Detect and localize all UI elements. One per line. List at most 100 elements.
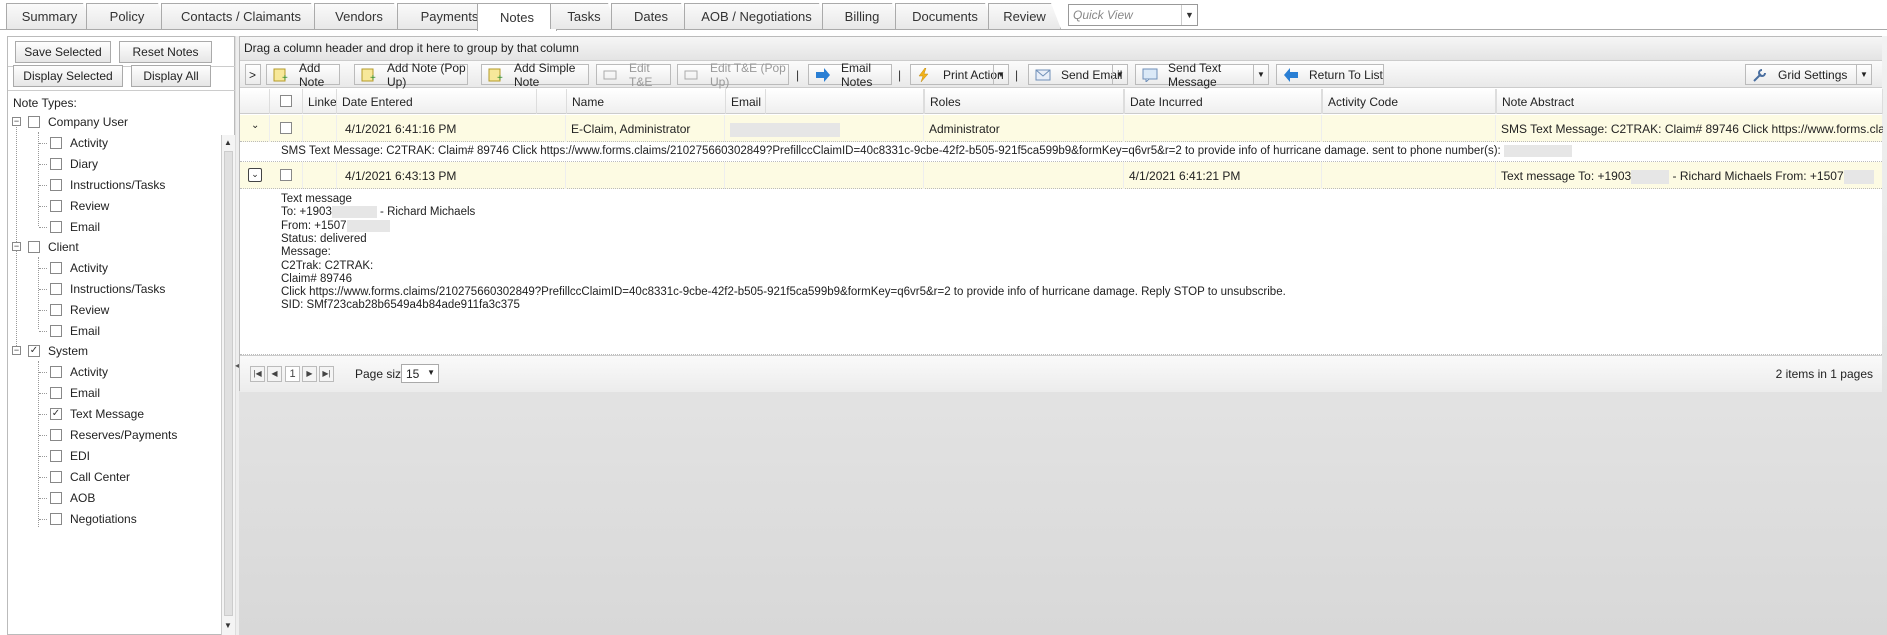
checkbox[interactable]: [50, 471, 62, 483]
tab-vendors[interactable]: Vendors: [314, 3, 404, 29]
send-text-message-button[interactable]: Send Text Message ▼: [1135, 61, 1269, 89]
chevron-down-icon[interactable]: ▼: [1112, 65, 1127, 84]
select-all-checkbox[interactable]: [280, 95, 292, 107]
send-email-button[interactable]: Send Email ▼: [1028, 64, 1128, 85]
tree-item-system-activity[interactable]: Activity: [50, 362, 108, 382]
row-checkbox[interactable]: [280, 169, 292, 181]
grid-settings-button[interactable]: Grid Settings ▼: [1745, 64, 1872, 85]
collapse-client-toggle[interactable]: −: [12, 242, 21, 251]
table-row[interactable]: ⌄ 4/1/2021 6:41:16 PM E-Claim, Administr…: [240, 115, 1883, 142]
tab-aob-negotiations[interactable]: AOB / Negotiations: [684, 3, 829, 29]
chevron-down-icon[interactable]: ⌄: [248, 168, 262, 182]
add-note-popup-button[interactable]: + Add Note (Pop Up): [354, 61, 468, 89]
scrollbar-thumb[interactable]: [224, 151, 233, 616]
system-checkbox[interactable]: ✓: [28, 345, 40, 357]
checkbox[interactable]: [50, 366, 62, 378]
tree-item-client-review[interactable]: Review: [50, 300, 109, 320]
checkbox[interactable]: [50, 513, 62, 525]
checkbox[interactable]: [50, 200, 62, 212]
prev-page-icon[interactable]: ◀: [267, 366, 282, 382]
collapse-company-user-toggle[interactable]: −: [12, 117, 21, 126]
tree-item-company-user-review[interactable]: Review: [50, 196, 109, 216]
save-selected-button[interactable]: Save Selected: [15, 41, 111, 63]
tree-item-company-user-activity[interactable]: Activity: [50, 133, 108, 153]
col-linked[interactable]: Linked: [303, 89, 337, 114]
email-notes-button[interactable]: Email Notes: [808, 61, 892, 89]
edit-te-popup-button[interactable]: Edit T&E (Pop Up): [677, 61, 789, 89]
tab-policy[interactable]: Policy: [86, 3, 168, 29]
client-checkbox[interactable]: [28, 241, 40, 253]
col-roles[interactable]: Roles: [924, 89, 1124, 114]
tree-item-company-user-diary[interactable]: Diary: [50, 154, 98, 174]
quick-view-select[interactable]: Quick View ▼: [1068, 4, 1198, 26]
tree-item-client-activity[interactable]: Activity: [50, 258, 108, 278]
tree-item-system-edi[interactable]: EDI: [50, 446, 90, 466]
tab-contacts-claimants[interactable]: Contacts / Claimants: [161, 3, 321, 29]
col-email[interactable]: Email: [725, 89, 924, 114]
collapse-system-toggle[interactable]: −: [12, 346, 21, 355]
checkbox[interactable]: [50, 179, 62, 191]
tree-item-system-aob[interactable]: AOB: [50, 488, 95, 508]
next-page-icon[interactable]: ▶: [302, 366, 317, 382]
col-activity-code[interactable]: Activity Code: [1322, 89, 1496, 114]
tree-group-system[interactable]: ✓ System: [28, 341, 88, 361]
tree-item-client-email[interactable]: Email: [50, 321, 100, 341]
tree-scrollbar[interactable]: ▲ ▼: [221, 135, 235, 635]
display-selected-button[interactable]: Display Selected: [13, 65, 123, 87]
tree-item-system-email[interactable]: Email: [50, 383, 100, 403]
tab-billing[interactable]: Billing: [822, 3, 902, 29]
checkbox[interactable]: ✓: [50, 408, 62, 420]
print-action-button[interactable]: Print Action ▼: [910, 64, 1009, 85]
col-date-entered[interactable]: Date Entered: [337, 89, 537, 114]
row-checkbox[interactable]: [280, 122, 292, 134]
chevron-down-icon[interactable]: ▼: [993, 65, 1008, 84]
checkbox[interactable]: [50, 283, 62, 295]
table-row[interactable]: ⌄ 4/1/2021 6:43:13 PM 4/1/2021 6:41:21 P…: [240, 162, 1882, 189]
tab-documents[interactable]: Documents: [895, 3, 995, 29]
checkbox[interactable]: [50, 304, 62, 316]
expand-toolbar-button[interactable]: >: [245, 64, 261, 85]
tree-item-system-text-message[interactable]: ✓ Text Message: [50, 404, 144, 424]
return-to-list-button[interactable]: Return To List: [1276, 64, 1384, 85]
chevron-down-icon[interactable]: ▼: [1856, 65, 1871, 84]
tree-item-system-reserves-payments[interactable]: Reserves/Payments: [50, 425, 177, 445]
chevron-down-icon[interactable]: ⌄: [240, 115, 270, 142]
checkbox[interactable]: [50, 158, 62, 170]
checkbox[interactable]: [50, 450, 62, 462]
display-all-button[interactable]: Display All: [131, 65, 211, 87]
last-page-icon[interactable]: ▶|: [319, 366, 334, 382]
tree-item-client-instructions[interactable]: Instructions/Tasks: [50, 279, 165, 299]
first-page-icon[interactable]: |◀: [250, 366, 265, 382]
current-page[interactable]: 1: [285, 366, 300, 382]
group-by-drop-area[interactable]: Drag a column header and drop it here to…: [240, 37, 1882, 61]
tree-item-system-negotiations[interactable]: Negotiations: [50, 509, 137, 529]
checkbox[interactable]: [50, 387, 62, 399]
col-date-incurred[interactable]: Date Incurred: [1124, 89, 1322, 114]
add-note-button[interactable]: + Add Note: [266, 61, 340, 89]
tab-notes[interactable]: Notes: [477, 3, 557, 31]
tab-summary[interactable]: Summary: [6, 3, 93, 29]
checkbox[interactable]: [50, 492, 62, 504]
chevron-down-icon[interactable]: ▼: [1253, 65, 1268, 84]
page-size-select[interactable]: 15 ▼: [401, 364, 439, 383]
tree-item-system-call-center[interactable]: Call Center: [50, 467, 130, 487]
checkbox[interactable]: [50, 429, 62, 441]
edit-te-button[interactable]: Edit T&E: [596, 61, 671, 89]
tree-item-company-user-email[interactable]: Email: [50, 217, 100, 237]
checkbox[interactable]: [50, 262, 62, 274]
checkbox[interactable]: [50, 325, 62, 337]
tab-dates[interactable]: Dates: [611, 3, 691, 29]
tab-review[interactable]: Review: [988, 3, 1061, 29]
tree-group-client[interactable]: Client: [28, 237, 79, 257]
checkbox[interactable]: [50, 221, 62, 233]
scroll-down-icon[interactable]: ▼: [224, 621, 232, 630]
reset-notes-button[interactable]: Reset Notes: [119, 41, 212, 63]
checkbox[interactable]: [50, 137, 62, 149]
tree-group-company-user[interactable]: Company User: [28, 112, 128, 132]
add-simple-note-button[interactable]: + Add Simple Note: [481, 61, 589, 89]
col-note-abstract[interactable]: Note Abstract: [1496, 89, 1883, 114]
tree-item-company-user-instructions[interactable]: Instructions/Tasks: [50, 175, 165, 195]
company-user-checkbox[interactable]: [28, 116, 40, 128]
tab-tasks[interactable]: Tasks: [550, 3, 618, 29]
scroll-up-icon[interactable]: ▲: [224, 138, 232, 147]
